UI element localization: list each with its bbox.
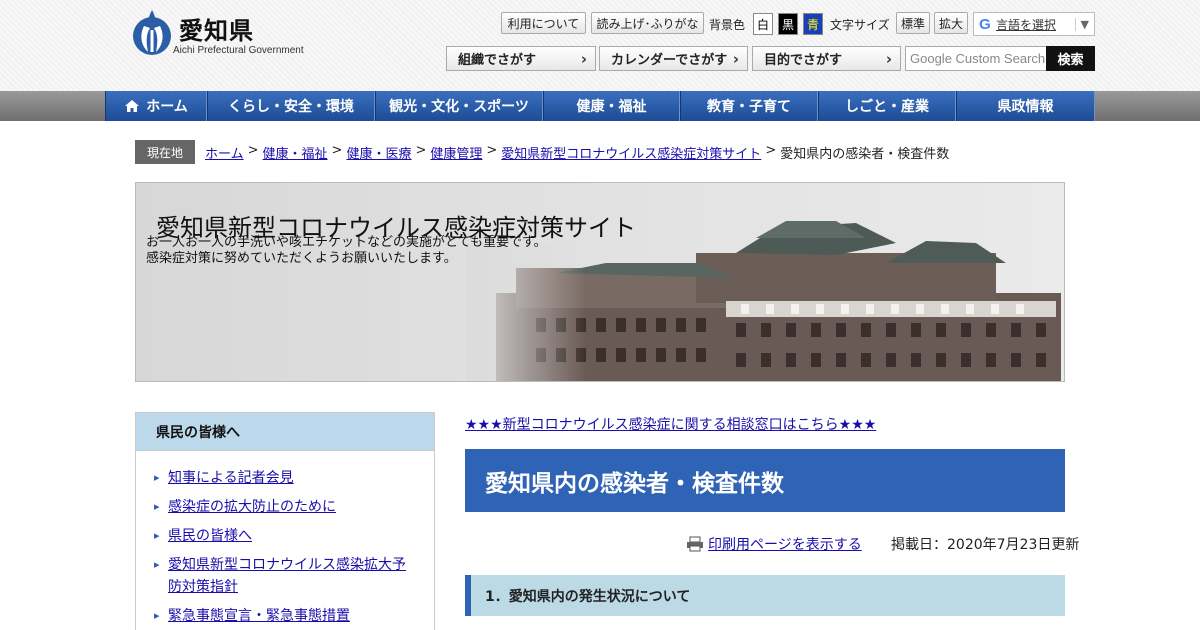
breadcrumb-link-health-medical[interactable]: 健康・医療 xyxy=(346,143,411,162)
search-by-purpose-button[interactable]: 目的でさがす › xyxy=(752,46,901,71)
search-submit-button[interactable]: 検索 xyxy=(1046,46,1095,71)
breadcrumb-separator: > xyxy=(247,143,259,158)
breadcrumb-separator: > xyxy=(765,143,777,158)
nav-home[interactable]: ホーム xyxy=(105,91,207,121)
logo-subtitle: Aichi Prefectural Government xyxy=(173,45,304,56)
bg-color-label: 背景色 xyxy=(709,18,746,32)
read-aloud-button[interactable]: 読み上げ･ふりがな xyxy=(591,12,704,34)
dropdown-arrow-icon: ▼ xyxy=(1074,17,1089,31)
printer-icon xyxy=(687,536,703,552)
breadcrumb-label: 現在地 xyxy=(135,140,195,164)
banner-message-line1: お一人お一人の手洗いや咳エチケットなどの実施がとても重要です。 xyxy=(146,235,547,250)
banner-message: お一人お一人の手洗いや咳エチケットなどの実施がとても重要です。 感染症対策に努め… xyxy=(146,235,547,267)
banner-message-line2: 感染症対策に努めていただくようお願いいたします。 xyxy=(146,251,457,266)
search-by-org-button[interactable]: 組織でさがす › xyxy=(446,46,596,71)
chevron-right-icon: › xyxy=(580,50,587,68)
font-size-label: 文字サイズ xyxy=(830,18,890,32)
font-normal-button[interactable]: 標準 xyxy=(896,12,930,34)
logo-title: 愛知県 xyxy=(179,17,254,45)
page-title: 愛知県内の感染者・検査件数 xyxy=(465,449,1065,512)
nav-living[interactable]: くらし・安全・環境 xyxy=(207,91,375,121)
breadcrumb-current: 愛知県内の感染者・検査件数 xyxy=(780,147,950,162)
font-large-button[interactable]: 拡大 xyxy=(934,12,968,34)
aichi-emblem-icon xyxy=(133,10,171,55)
nav-work[interactable]: しごと・産業 xyxy=(818,91,956,121)
home-icon xyxy=(125,100,140,112)
print-page-link[interactable]: 印刷用ページを表示する xyxy=(686,534,862,554)
search-by-calendar-button[interactable]: カレンダーでさがす › xyxy=(599,46,748,71)
bg-white-button[interactable]: 白 xyxy=(753,13,773,35)
about-button[interactable]: 利用について xyxy=(501,12,586,34)
sidebar-item: 知事による記者会見 xyxy=(136,467,434,489)
sidebar-link-residents[interactable]: 県民の皆様へ xyxy=(168,528,252,544)
bg-black-button[interactable]: 黒 xyxy=(778,13,798,35)
search-by-calendar-label: カレンダーでさがす xyxy=(611,53,728,68)
sidebar-link-guidelines[interactable]: 愛知県新型コロナウイルス感染拡大予防対策指針 xyxy=(168,557,406,595)
breadcrumb-link-health-welfare[interactable]: 健康・福祉 xyxy=(263,143,328,162)
sidebar-heading: 県民の皆様へ xyxy=(136,413,434,451)
nav-tourism[interactable]: 観光・文化・スポーツ xyxy=(375,91,543,121)
global-nav: ホーム くらし・安全・環境 観光・文化・スポーツ 健康・福祉 教育・子育て しご… xyxy=(0,91,1200,121)
sidebar-link-prevention[interactable]: 感染症の拡大防止のために xyxy=(168,499,336,515)
nav-health[interactable]: 健康・福祉 xyxy=(543,91,680,121)
sidebar: 県民の皆様へ 知事による記者会見 感染症の拡大防止のために 県民の皆様へ 愛知県… xyxy=(135,412,435,630)
breadcrumb-link-covid-site[interactable]: 愛知県新型コロナウイルス感染症対策サイト xyxy=(501,143,761,162)
chevron-right-icon: › xyxy=(885,50,892,68)
nav-education[interactable]: 教育・子育て xyxy=(680,91,818,121)
language-select[interactable]: G 言語を選択 ▼ xyxy=(973,12,1095,36)
site-logo[interactable]: 愛知県 Aichi Prefectural Government xyxy=(130,8,330,60)
breadcrumb-link-health-management[interactable]: 健康管理 xyxy=(430,143,482,162)
sidebar-item: 感染症の拡大防止のために xyxy=(136,496,434,518)
breadcrumb-link-home[interactable]: ホーム xyxy=(205,143,244,162)
sidebar-item: 愛知県新型コロナウイルス感染拡大予防対策指針 xyxy=(136,554,434,598)
sidebar-item: 緊急事態宣言・緊急事態措置 xyxy=(136,605,434,627)
chevron-right-icon: › xyxy=(732,50,739,68)
site-header: 愛知県 Aichi Prefectural Government 利用について … xyxy=(0,0,1200,91)
search-by-purpose-label: 目的でさがす xyxy=(764,53,843,68)
google-icon: G xyxy=(979,15,991,33)
publish-date: 掲載日：2020年7月23日更新 xyxy=(891,537,1080,553)
site-search-input[interactable]: Google Custom Search xyxy=(905,46,1047,71)
sidebar-link-emergency[interactable]: 緊急事態宣言・緊急事態措置 xyxy=(168,608,350,624)
nav-home-label: ホーム xyxy=(146,99,188,115)
nav-government[interactable]: 県政情報 xyxy=(956,91,1095,121)
sidebar-link-press-conference[interactable]: 知事による記者会見 xyxy=(168,470,294,486)
print-page-label: 印刷用ページを表示する xyxy=(708,537,862,553)
search-by-org-label: 組織でさがす xyxy=(458,53,537,68)
sidebar-item: 県民の皆様へ xyxy=(136,525,434,547)
breadcrumb-separator: > xyxy=(486,143,498,158)
breadcrumb: ホーム > 健康・福祉 > 健康・医療 > 健康管理 > 愛知県新型コロナウイル… xyxy=(205,143,949,162)
consultation-notice-link[interactable]: ★★★新型コロナウイルス感染症に関する相談窓口はこちら★★★ xyxy=(465,414,876,434)
section-heading-1: 1．愛知県内の発生状況について xyxy=(465,575,1065,616)
breadcrumb-separator: > xyxy=(331,143,343,158)
bg-blue-button[interactable]: 青 xyxy=(803,13,823,35)
language-select-label: 言語を選択 xyxy=(996,17,1057,32)
covid-site-banner[interactable]: 愛知県新型コロナウイルス感染症対策サイト お一人お一人の手洗いや咳エチケットなど… xyxy=(135,182,1065,382)
breadcrumb-separator: > xyxy=(415,143,427,158)
